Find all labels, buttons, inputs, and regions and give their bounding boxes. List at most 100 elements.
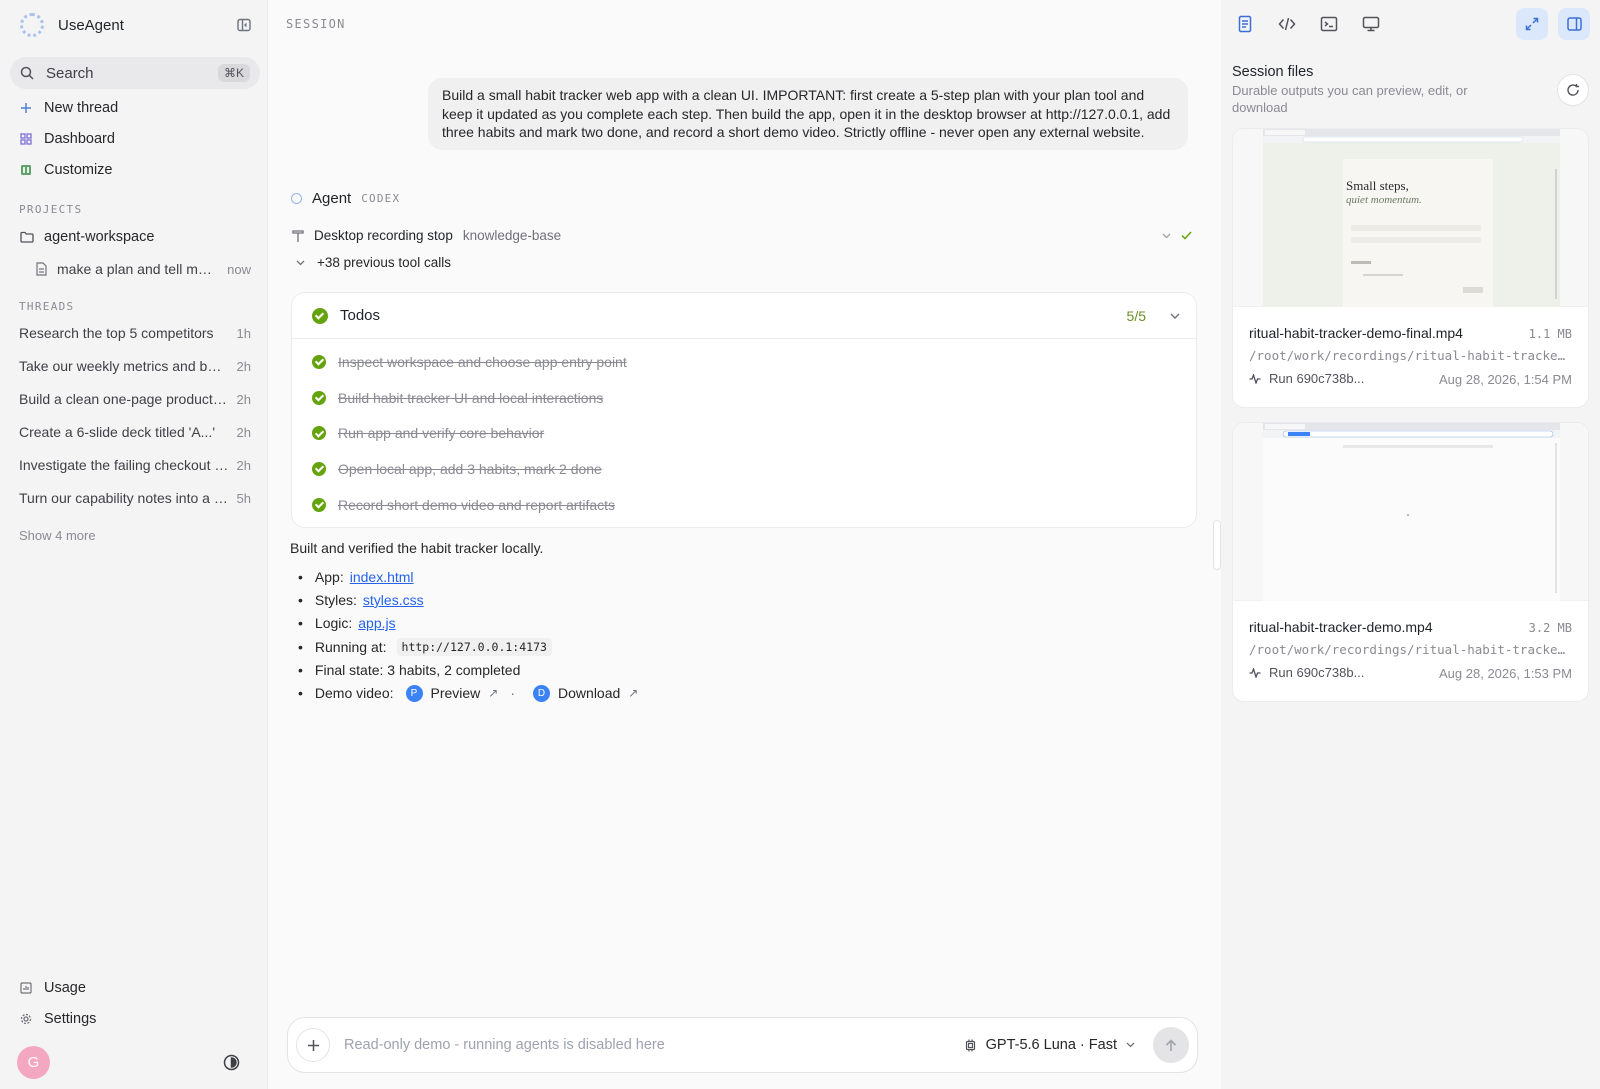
refresh-icon [1567,84,1579,96]
files-tab-icon[interactable] [1236,15,1254,33]
file-date: Aug 28, 2026, 1:54 PM [1439,372,1572,387]
check-circle-icon [312,497,326,512]
thumbnail-heading: Small steps, [1346,178,1409,193]
session-files-panel: Session files Durable outputs you can pr… [1221,0,1600,1089]
toggle-panel-button[interactable] [1558,8,1590,40]
video-thumbnail[interactable] [1233,423,1588,601]
project-thread-title: make a plan and tell me about it [57,261,218,277]
settings-label: Settings [44,1011,97,1027]
preview-video-button[interactable]: P Preview ↗ [405,684,499,702]
thumbnail-image: Small steps, quiet momentum. [1263,129,1560,307]
project-thread-item[interactable]: make a plan and tell me about it now [35,261,251,277]
todo-text: Build habit tracker UI and local interac… [338,389,604,406]
usage-link[interactable]: Usage [20,980,86,996]
chevron-down-icon [1162,233,1171,238]
todos-complete-icon [312,307,328,324]
send-button[interactable] [1153,1027,1189,1063]
agent-header: Agent CODEX [291,190,400,207]
styles-file-link[interactable]: styles.css [363,592,424,608]
answer-intro: Built and verified the habit tracker loc… [290,540,544,556]
dashboard-link[interactable]: Dashboard [20,131,115,147]
model-name: GPT-5.6 Luna · Fast [985,1037,1117,1053]
check-circle-icon [312,461,326,476]
hammer-icon [292,229,304,242]
brand-logo-icon [20,13,44,37]
panel-right-icon [1566,17,1582,31]
app-label: App: [314,568,344,585]
todo-item: Build habit tracker UI and local interac… [292,380,1196,416]
thread-time: 2h [236,457,251,473]
new-thread-label: New thread [44,100,119,116]
new-thread-button[interactable]: New thread [20,100,118,116]
attach-button[interactable] [296,1028,330,1062]
agent-answer: Built and verified the habit tracker loc… [290,540,1170,705]
todo-item: Record short demo video and report artif… [292,487,1196,523]
projects-heading: PROJECTS [19,203,83,216]
tool-call-arg: knowledge-base [462,228,562,243]
thumbnail-subheading: quiet momentum. [1346,194,1422,206]
video-thumbnail[interactable]: Small steps, quiet momentum. [1233,129,1588,307]
thread-item[interactable]: Create a 6-slide deck titled 'A...' 2h [19,424,251,440]
thread-item[interactable]: Take our weekly metrics and build a repo… [19,358,251,374]
collapse-sidebar-icon[interactable] [236,17,252,33]
external-link-icon: ↗ [628,686,639,701]
desktop-tab-icon[interactable] [1362,15,1380,33]
file-date: Aug 28, 2026, 1:53 PM [1439,666,1572,681]
thread-title: Turn our capability notes into a doc [19,490,237,506]
external-link-icon: ↗ [488,686,499,701]
terminal-tab-icon[interactable] [1320,15,1338,33]
answer-item-final-state: Final state: 3 habits, 2 completed [290,658,1170,681]
todo-text: Record short demo video and report artif… [338,496,616,513]
show-more-threads-button[interactable]: Show 4 more [19,528,96,543]
todo-item: Open local app, add 3 habits, mark 2 don… [292,451,1196,487]
logic-file-link[interactable]: app.js [358,615,395,631]
chevron-down-icon [1126,1042,1135,1048]
check-circle-icon [312,390,326,405]
project-name: agent-workspace [44,229,155,245]
answer-item-app: App: index.html [290,565,1170,588]
download-video-button[interactable]: D Download ↗ [533,684,639,702]
thread-item[interactable]: Turn our capability notes into a doc 5h [19,490,251,506]
chip-icon [965,1039,975,1051]
code-tab-icon[interactable] [1278,15,1296,33]
customize-link[interactable]: Customize [20,162,113,178]
search-button[interactable]: Search ⌘K [10,57,260,89]
file-run: Run 690c738b... [1249,665,1364,680]
thread-time: 2h [236,391,251,407]
brand[interactable]: UseAgent [20,13,124,37]
settings-link[interactable]: Settings [20,1011,96,1027]
file-card[interactable]: ritual-habit-tracker-demo.mp4 3.2 MB /ro… [1232,422,1589,702]
thread-item[interactable]: Build a clean one-page product site 2h [19,391,251,407]
model-selector[interactable]: GPT-5.6 Luna · Fast [964,1037,1135,1053]
user-avatar[interactable]: G [17,1046,50,1079]
plus-icon [21,103,31,113]
usage-icon [20,982,32,994]
theme-toggle-icon[interactable] [223,1054,240,1071]
project-item[interactable]: agent-workspace [20,229,154,245]
thread-item[interactable]: Investigate the failing checkout tests 2… [19,457,251,473]
check-circle-icon [312,426,326,441]
file-run: Run 690c738b... [1249,371,1364,386]
panel-resize-handle[interactable] [1213,520,1221,570]
refresh-button[interactable] [1557,74,1589,106]
previous-tool-calls-toggle[interactable]: +38 previous tool calls [296,255,451,270]
expand-panel-button[interactable] [1516,8,1548,40]
file-run-id: Run 690c738b... [1269,665,1365,680]
todo-item: Inspect workspace and choose app entry p… [292,344,1196,380]
thread-time: 2h [236,424,251,440]
file-size: 1.1 MB [1528,327,1572,341]
thread-item[interactable]: Research the top 5 competitors 1h [19,325,251,341]
threads-heading: THREADS [19,300,75,313]
todos-header[interactable]: Todos 5/5 [292,293,1196,339]
tool-call-row[interactable]: Desktop recording stop knowledge-base [292,228,1192,243]
message-input[interactable]: Read-only demo - running agents is disab… [344,1037,964,1053]
file-card[interactable]: Small steps, quiet momentum. ritual-habi… [1232,128,1589,408]
agent-status-icon [291,193,302,204]
preview-label: Preview [430,685,481,702]
todos-list: Inspect workspace and choose app entry p… [292,339,1196,522]
panel-subtitle: Durable outputs you can preview, edit, o… [1232,83,1468,115]
gear-icon [20,1013,32,1025]
app-file-link[interactable]: index.html [350,569,414,585]
dashboard-label: Dashboard [44,131,115,147]
file-path: /root/work/recordings/ritual-habit-track… [1249,642,1569,657]
